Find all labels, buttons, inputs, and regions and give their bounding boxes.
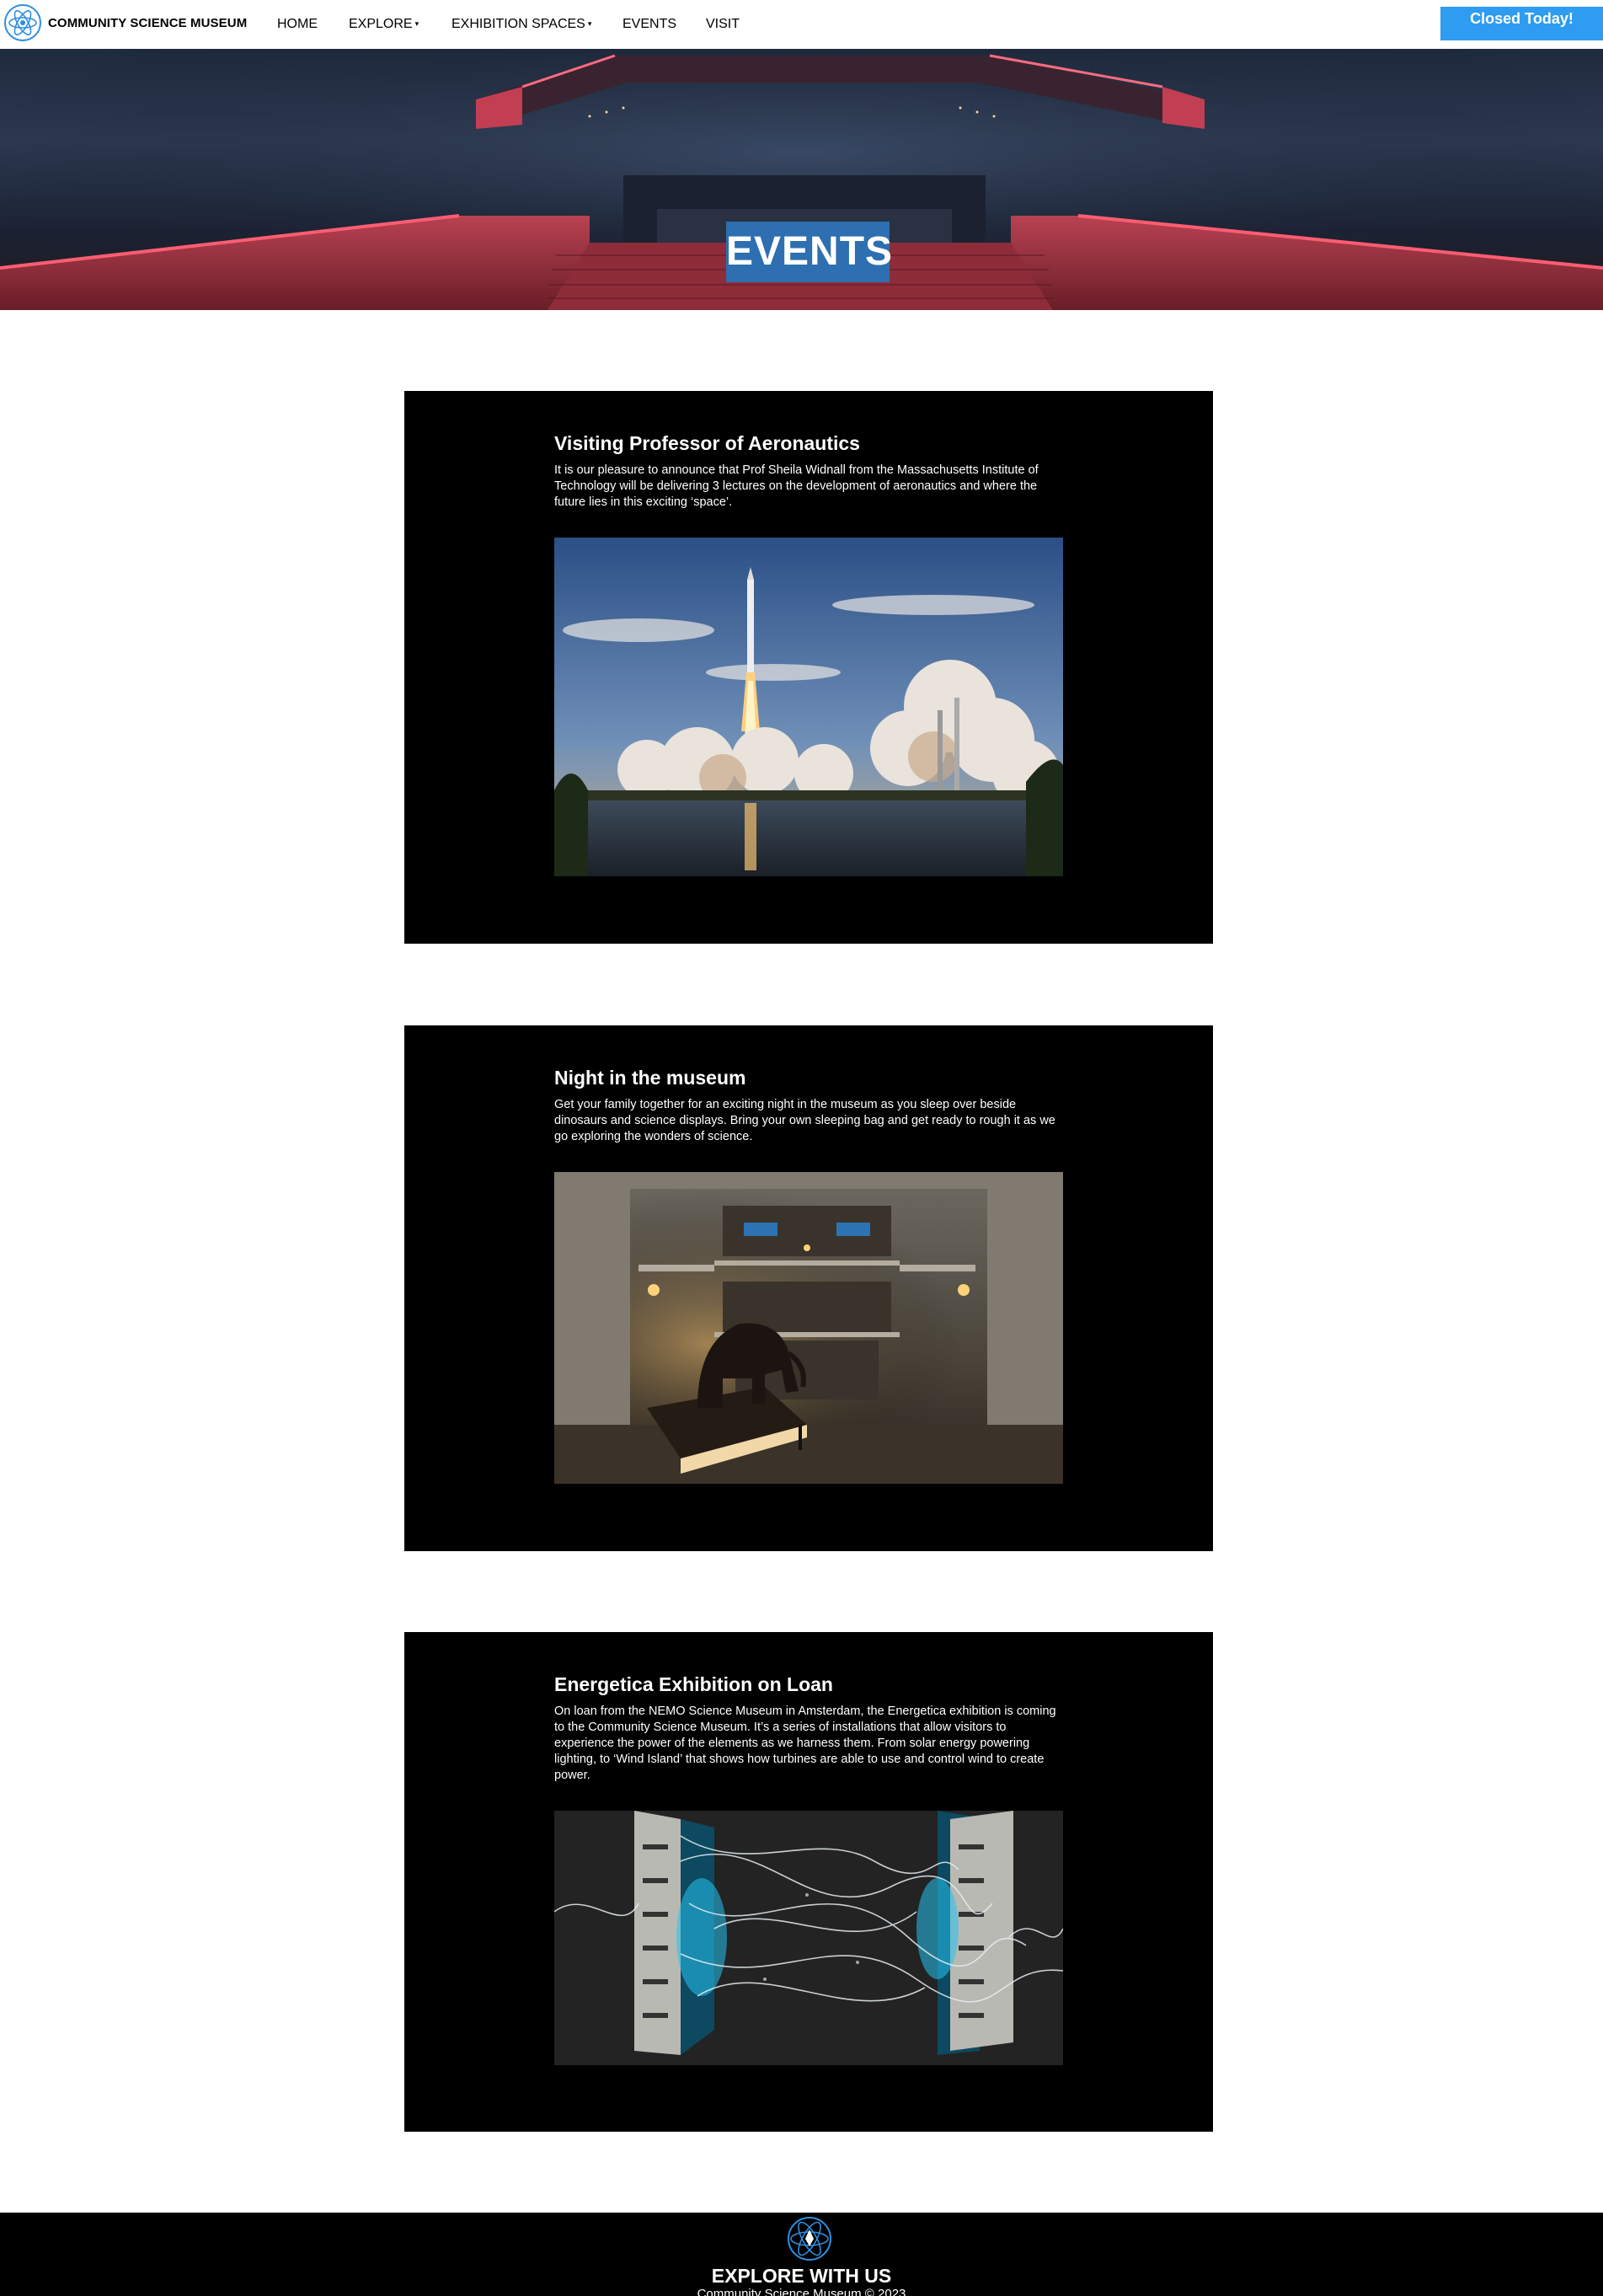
event-card: Night in the museum Get your family toge… bbox=[404, 1025, 1213, 1551]
nav-events[interactable]: EVENTS bbox=[622, 17, 676, 32]
event-description: On loan from the NEMO Science Museum in … bbox=[554, 1705, 1056, 1782]
top-navbar: COMMUNITY SCIENCE MUSEUM HOME EXPLORE ▾ E… bbox=[0, 0, 1603, 49]
rocket-atom-logo-icon bbox=[788, 2217, 831, 2261]
nav-visit-label: VISIT bbox=[706, 17, 740, 31]
site-footer: EXPLORE WITH US Community Science Museum… bbox=[0, 2213, 1603, 2296]
event-description: It is our pleasure to announce that Prof… bbox=[554, 463, 1039, 509]
chevron-down-icon: ▾ bbox=[587, 19, 592, 28]
footer-copyright: Community Science Museum © 2023 bbox=[697, 2287, 906, 2296]
event-title: Night in the museum bbox=[554, 1067, 746, 1089]
atom-logo-icon bbox=[4, 4, 41, 41]
nav-visit[interactable]: VISIT bbox=[706, 17, 740, 32]
rocket-launch-image bbox=[554, 538, 1063, 876]
event-title: Visiting Professor of Aeronautics bbox=[554, 432, 860, 454]
energy-installation-image bbox=[554, 1811, 1063, 2065]
event-image bbox=[554, 1811, 1063, 2065]
nav-explore-label: EXPLORE bbox=[349, 17, 413, 31]
brand-link[interactable]: COMMUNITY SCIENCE MUSEUM bbox=[3, 3, 247, 42]
nav-explore-dropdown[interactable]: EXPLORE ▾ bbox=[349, 17, 419, 32]
event-image bbox=[554, 1172, 1063, 1484]
nav-events-label: EVENTS bbox=[622, 17, 677, 31]
closed-today-button[interactable]: Closed Today! bbox=[1440, 7, 1603, 40]
nav-exhibition-spaces-dropdown[interactable]: EXHIBITION SPACES ▾ bbox=[452, 17, 591, 32]
event-title: Energetica Exhibition on Loan bbox=[554, 1673, 833, 1695]
page-title: EVENTS bbox=[726, 222, 892, 282]
hero-banner: EVENTS bbox=[0, 49, 1603, 310]
museum-hall-image bbox=[554, 1172, 1063, 1484]
brand-name: COMMUNITY SCIENCE MUSEUM bbox=[48, 15, 248, 30]
event-card: Energetica Exhibition on Loan On loan fr… bbox=[404, 1632, 1213, 2132]
nav-home[interactable]: HOME bbox=[277, 17, 318, 32]
footer-title: EXPLORE WITH US bbox=[711, 2265, 892, 2287]
nav-home-label: HOME bbox=[277, 17, 318, 31]
event-description: Get your family together for an exciting… bbox=[554, 1098, 1055, 1143]
chevron-down-icon: ▾ bbox=[414, 19, 419, 28]
event-image bbox=[554, 538, 1063, 876]
event-card: Visiting Professor of Aeronautics It is … bbox=[404, 391, 1213, 944]
nav-exhibition-spaces-label: EXHIBITION SPACES bbox=[452, 17, 585, 31]
